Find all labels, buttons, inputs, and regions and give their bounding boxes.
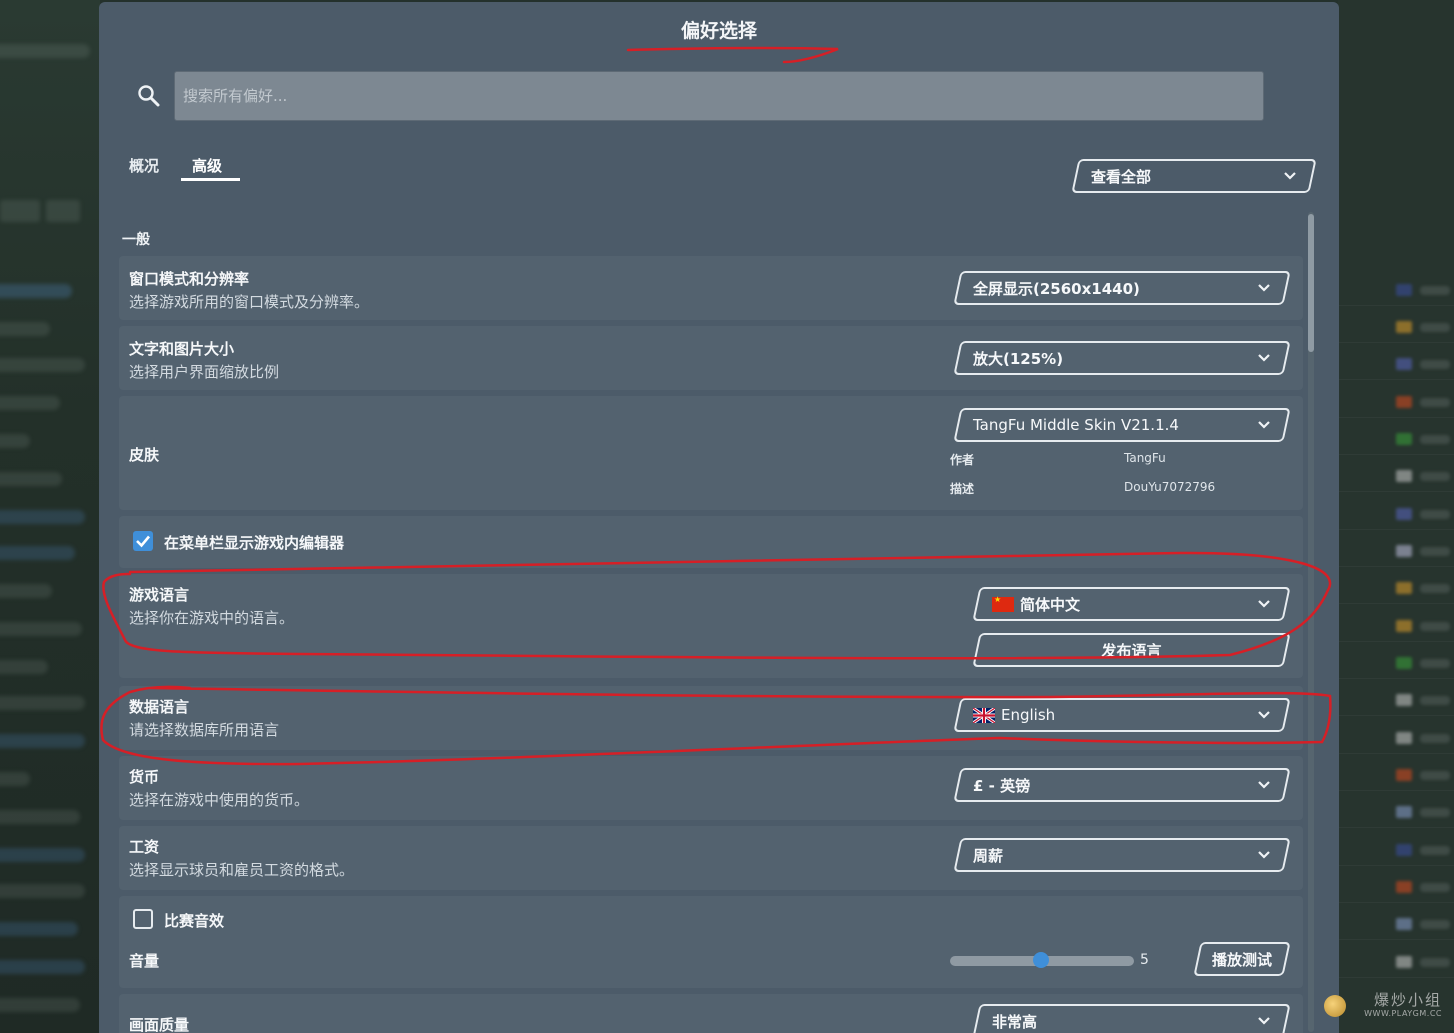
preferences-dialog: 偏好选择 概况 高级 查看全部 一般 窗口模式和分辨率 选择游戏所用的窗口模式及…	[99, 2, 1339, 1033]
skin-description-value: DouYu7072796	[1124, 480, 1216, 494]
view-filter-dropdown[interactable]: 查看全部	[1071, 159, 1317, 193]
setting-description: 请选择数据库所用语言	[129, 721, 280, 739]
setting-title: 画面质量	[129, 1016, 190, 1033]
setting-description: 选择游戏所用的窗口模式及分辨率。	[129, 293, 370, 311]
site-watermark: 爆炒小组 WWW.PLAYGM.CC	[1322, 991, 1442, 1025]
setting-ui-scale: 文字和图片大小 选择用户界面缩放比例 放大(125%)	[119, 326, 1303, 390]
chevron-down-icon	[1258, 851, 1270, 859]
dropdown-value: 放大(125%)	[973, 349, 1064, 368]
dropdown-value: TangFu Middle Skin V21.1.4	[973, 416, 1179, 434]
skin-dropdown[interactable]: TangFu Middle Skin V21.1.4	[953, 408, 1291, 442]
tab-advanced[interactable]: 高级	[192, 155, 222, 176]
background-right-panel	[1338, 0, 1454, 1033]
section-general-heading: 一般	[122, 232, 150, 248]
play-test-button[interactable]: 播放测试	[1193, 942, 1291, 976]
game-language-dropdown[interactable]: 简体中文	[972, 587, 1291, 621]
chevron-down-icon	[1284, 172, 1296, 180]
setting-description: 选择用户界面缩放比例	[129, 363, 280, 381]
search-icon	[138, 85, 160, 107]
setting-editor-menu: 在菜单栏显示游戏内编辑器	[119, 516, 1303, 568]
setting-title: 皮肤	[129, 446, 160, 464]
button-label: 播放测试	[1211, 950, 1272, 969]
setting-description: 选择在游戏中使用的货币。	[129, 791, 310, 809]
setting-match-sound: 比赛音效 音量 播放测试	[119, 896, 1303, 988]
volume-label: 音量	[129, 952, 160, 970]
tab-overview[interactable]: 概况	[129, 155, 159, 176]
view-filter-value: 查看全部	[1091, 167, 1152, 186]
active-tab-indicator	[181, 178, 240, 181]
uk-flag-icon	[973, 707, 995, 723]
watermark-logo-icon	[1324, 995, 1346, 1017]
setting-title: 数据语言	[129, 698, 190, 716]
setting-currency: 货币 选择在游戏中使用的货币。 £ - 英镑	[119, 756, 1303, 820]
checkbox-label: 比赛音效	[164, 912, 225, 930]
chevron-down-icon	[1258, 421, 1270, 429]
wage-dropdown[interactable]: 周薪	[953, 838, 1291, 872]
ui-scale-dropdown[interactable]: 放大(125%)	[953, 341, 1291, 375]
dropdown-value: 全屏显示(2560x1440)	[973, 279, 1140, 298]
match-sound-checkbox[interactable]	[133, 909, 153, 929]
dialog-title: 偏好选择	[680, 20, 757, 42]
volume-slider-handle[interactable]	[1033, 952, 1049, 968]
editor-menu-checkbox[interactable]	[133, 531, 153, 551]
setting-title: 窗口模式和分辨率	[129, 270, 250, 288]
chevron-down-icon	[1258, 600, 1270, 608]
dropdown-value: English	[1001, 706, 1056, 724]
checkbox-label: 在菜单栏显示游戏内编辑器	[164, 534, 345, 552]
checkmark-icon	[136, 535, 150, 548]
setting-skin: 皮肤 TangFu Middle Skin V21.1.4 作者 TangFu …	[119, 396, 1303, 510]
setting-data-language: 数据语言 请选择数据库所用语言 English	[119, 686, 1303, 750]
setting-title: 货币	[129, 768, 160, 786]
dropdown-value: £ - 英镑	[973, 776, 1031, 795]
skin-description-label: 描述	[950, 482, 975, 496]
setting-window-mode: 窗口模式和分辨率 选择游戏所用的窗口模式及分辨率。 全屏显示(2560x1440…	[119, 256, 1303, 320]
window-mode-dropdown[interactable]: 全屏显示(2560x1440)	[953, 271, 1291, 305]
setting-description: 选择显示球员和雇员工资的格式。	[129, 861, 355, 879]
volume-value: 5	[1140, 952, 1149, 968]
chevron-down-icon	[1258, 711, 1270, 719]
data-language-dropdown[interactable]: English	[953, 698, 1291, 732]
dropdown-value: 周薪	[973, 846, 1004, 865]
skin-author-value: TangFu	[1124, 451, 1166, 465]
china-flag-icon	[992, 596, 1014, 612]
dropdown-value: 非常高	[992, 1012, 1038, 1031]
chevron-down-icon	[1258, 1017, 1270, 1025]
watermark-text: 爆炒小组	[1373, 991, 1442, 1009]
setting-wage: 工资 选择显示球员和雇员工资的格式。 周薪	[119, 826, 1303, 890]
button-label: 发布语言	[1101, 641, 1162, 660]
background-left-panel	[0, 0, 100, 1033]
setting-game-language: 游戏语言 选择你在游戏中的语言。 简体中文 发布语言	[119, 574, 1303, 678]
chevron-down-icon	[1258, 781, 1270, 789]
setting-graphics-quality: 画面质量 非常高	[119, 994, 1303, 1033]
search-input[interactable]	[174, 71, 1264, 121]
chevron-down-icon	[1258, 354, 1270, 362]
setting-title: 工资	[129, 838, 160, 856]
skin-author-label: 作者	[950, 453, 975, 467]
setting-title: 游戏语言	[129, 586, 190, 604]
currency-dropdown[interactable]: £ - 英镑	[953, 768, 1291, 802]
publish-language-button[interactable]: 发布语言	[972, 633, 1291, 667]
chevron-down-icon	[1258, 284, 1270, 292]
setting-title: 文字和图片大小	[129, 340, 235, 358]
dropdown-value: 简体中文	[1020, 595, 1081, 614]
scrollbar-thumb[interactable]	[1308, 214, 1314, 352]
graphics-quality-dropdown[interactable]: 非常高	[972, 1004, 1291, 1033]
setting-description: 选择你在游戏中的语言。	[129, 609, 295, 627]
